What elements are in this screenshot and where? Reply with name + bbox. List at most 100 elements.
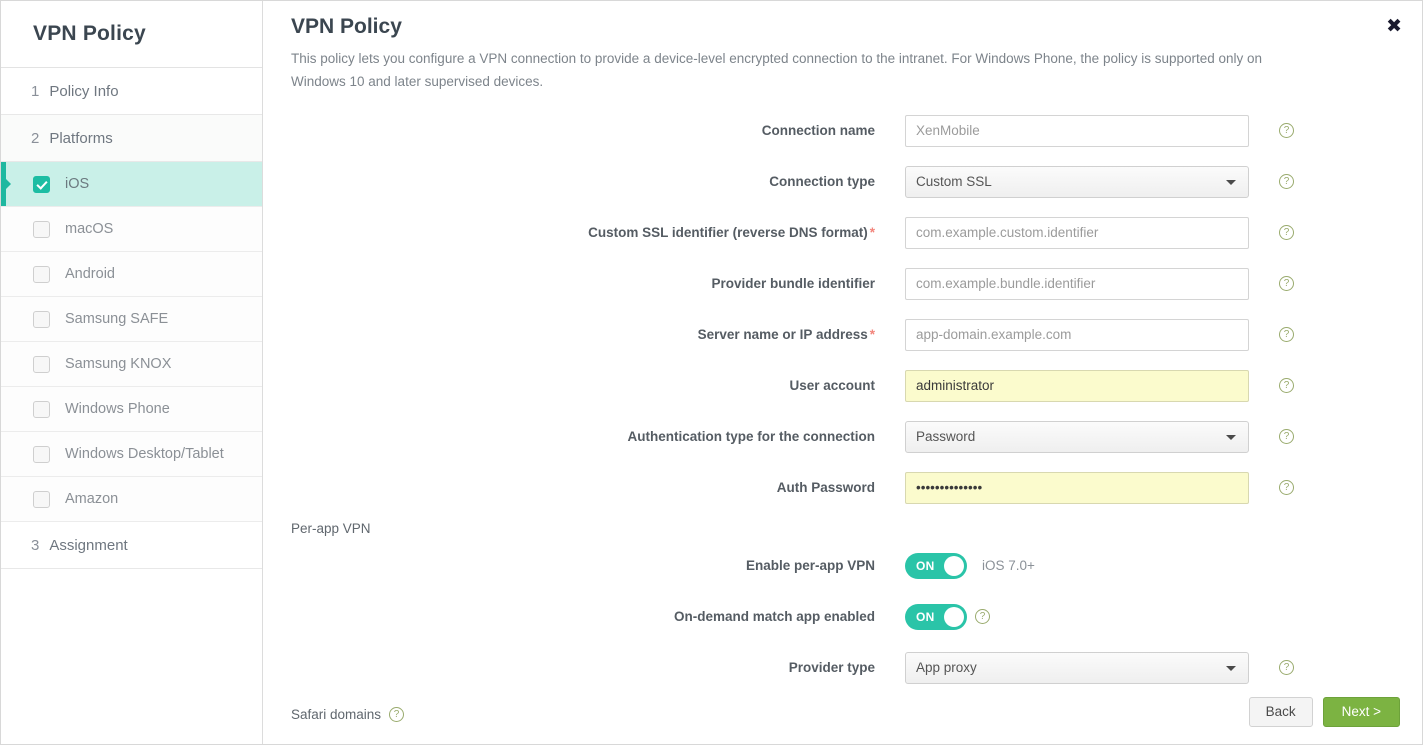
field-wrap: ON ? <box>905 604 990 630</box>
help-icon[interactable]: ? <box>1279 378 1294 393</box>
checkbox-icon[interactable] <box>33 221 50 238</box>
field-row-custom-ssl-identifier: Custom SSL identifier (reverse DNS forma… <box>291 207 1422 258</box>
custom-ssl-identifier-input[interactable] <box>905 217 1249 249</box>
label-connection-name: Connection name <box>291 123 905 138</box>
help-icon[interactable]: ? <box>1279 480 1294 495</box>
sidebar-step-platforms[interactable]: 2 Platforms <box>1 115 262 162</box>
help-icon[interactable]: ? <box>1279 276 1294 291</box>
step-number: 2 <box>31 130 39 147</box>
platform-label: Samsung SAFE <box>65 311 168 327</box>
help-icon[interactable]: ? <box>1279 123 1294 138</box>
checkbox-icon[interactable] <box>33 356 50 373</box>
platform-label: Amazon <box>65 491 118 507</box>
sidebar-item-windows-desktop-tablet[interactable]: Windows Desktop/Tablet <box>1 432 262 477</box>
sidebar-item-samsung-safe[interactable]: Samsung SAFE <box>1 297 262 342</box>
help-icon[interactable]: ? <box>389 707 404 722</box>
checkbox-icon[interactable] <box>33 176 50 193</box>
field-wrap <box>905 268 1249 300</box>
label-custom-ssl-identifier: Custom SSL identifier (reverse DNS forma… <box>291 225 905 240</box>
platform-label: iOS <box>65 176 89 192</box>
next-button[interactable]: Next > <box>1323 697 1400 727</box>
on-demand-match-app-toggle[interactable]: ON <box>905 604 967 630</box>
field-row-on-demand-match-app: On-demand match app enabled ON ? <box>291 591 1422 642</box>
chevron-down-icon <box>1226 666 1236 671</box>
main-panel: ✖ VPN Policy This policy lets you config… <box>263 1 1422 744</box>
authentication-type-select[interactable]: Password <box>905 421 1249 453</box>
field-wrap: App proxy <box>905 652 1249 684</box>
label-enable-per-app-vpn: Enable per-app VPN <box>291 558 905 573</box>
platform-label: Windows Desktop/Tablet <box>65 446 224 462</box>
field-wrap <box>905 319 1249 351</box>
help-icon[interactable]: ? <box>1279 174 1294 189</box>
auth-password-input[interactable] <box>905 472 1249 504</box>
checkbox-icon[interactable] <box>33 311 50 328</box>
sidebar-item-windows-phone[interactable]: Windows Phone <box>1 387 262 432</box>
sidebar-item-android[interactable]: Android <box>1 252 262 297</box>
vpn-settings-form: Connection name ? Connection type Custom… <box>263 105 1422 722</box>
sidebar-item-samsung-knox[interactable]: Samsung KNOX <box>1 342 262 387</box>
provider-type-select[interactable]: App proxy <box>905 652 1249 684</box>
help-icon[interactable]: ? <box>975 609 990 624</box>
field-row-connection-name: Connection name ? <box>291 105 1422 156</box>
field-row-user-account: User account ? <box>291 360 1422 411</box>
back-button[interactable]: Back <box>1249 697 1313 727</box>
checkbox-icon[interactable] <box>33 446 50 463</box>
wizard-footer: Back Next > <box>1249 697 1400 727</box>
help-icon[interactable]: ? <box>1279 660 1294 675</box>
enable-per-app-vpn-toggle[interactable]: ON <box>905 553 967 579</box>
wizard-sidebar: VPN Policy 1 Policy Info 2 Platforms iOS… <box>1 1 263 744</box>
field-row-server-name: Server name or IP address* ? <box>291 309 1422 360</box>
section-per-app-vpn: Per-app VPN <box>291 521 1422 536</box>
connection-name-input[interactable] <box>905 115 1249 147</box>
field-row-enable-per-app-vpn: Enable per-app VPN ON iOS 7.0+ <box>291 540 1422 591</box>
connection-type-select[interactable]: Custom SSL <box>905 166 1249 198</box>
label-server-name: Server name or IP address* <box>291 327 905 342</box>
field-wrap: ON iOS 7.0+ <box>905 553 1035 579</box>
provider-bundle-identifier-input[interactable] <box>905 268 1249 300</box>
sidebar-step-policy-info[interactable]: 1 Policy Info <box>1 68 262 115</box>
label-authentication-type: Authentication type for the connection <box>291 429 905 444</box>
label-connection-type: Connection type <box>291 174 905 189</box>
sidebar-item-macos[interactable]: macOS <box>1 207 262 252</box>
field-row-provider-type: Provider type App proxy ? <box>291 642 1422 693</box>
per-app-vpn-note: iOS 7.0+ <box>982 558 1035 573</box>
label-auth-password: Auth Password <box>291 480 905 495</box>
field-wrap <box>905 472 1249 504</box>
checkbox-icon[interactable] <box>33 401 50 418</box>
field-wrap <box>905 217 1249 249</box>
toggle-knob <box>944 607 964 627</box>
step-label: Policy Info <box>49 83 118 100</box>
label-provider-bundle-identifier: Provider bundle identifier <box>291 276 905 291</box>
field-row-connection-type: Connection type Custom SSL ? <box>291 156 1422 207</box>
chevron-down-icon <box>1226 180 1236 185</box>
help-icon[interactable]: ? <box>1279 225 1294 240</box>
checkbox-icon[interactable] <box>33 266 50 283</box>
sidebar-step-assignment[interactable]: 3 Assignment <box>1 522 262 569</box>
close-icon[interactable]: ✖ <box>1386 17 1402 36</box>
help-icon[interactable]: ? <box>1279 429 1294 444</box>
connection-type-value: Custom SSL <box>916 174 992 189</box>
required-marker: * <box>870 225 875 240</box>
field-row-provider-bundle-identifier: Provider bundle identifier ? <box>291 258 1422 309</box>
label-user-account: User account <box>291 378 905 393</box>
toggle-state-label: ON <box>916 610 935 624</box>
field-wrap <box>905 115 1249 147</box>
platform-label: Android <box>65 266 115 282</box>
user-account-input[interactable] <box>905 370 1249 402</box>
authentication-type-value: Password <box>916 429 975 444</box>
section-label: Per-app VPN <box>291 521 371 536</box>
page-title: VPN Policy <box>291 15 1422 39</box>
help-icon[interactable]: ? <box>1279 327 1294 342</box>
platform-label: Windows Phone <box>65 401 170 417</box>
field-row-authentication-type: Authentication type for the connection P… <box>291 411 1422 462</box>
checkbox-icon[interactable] <box>33 491 50 508</box>
toggle-knob <box>944 556 964 576</box>
field-wrap <box>905 370 1249 402</box>
sidebar-item-amazon[interactable]: Amazon <box>1 477 262 522</box>
platform-label: Samsung KNOX <box>65 356 171 372</box>
server-name-input[interactable] <box>905 319 1249 351</box>
field-row-auth-password: Auth Password ? <box>291 462 1422 513</box>
sidebar-item-ios[interactable]: iOS <box>1 162 262 207</box>
sidebar-title: VPN Policy <box>1 1 262 68</box>
platform-label: macOS <box>65 221 113 237</box>
